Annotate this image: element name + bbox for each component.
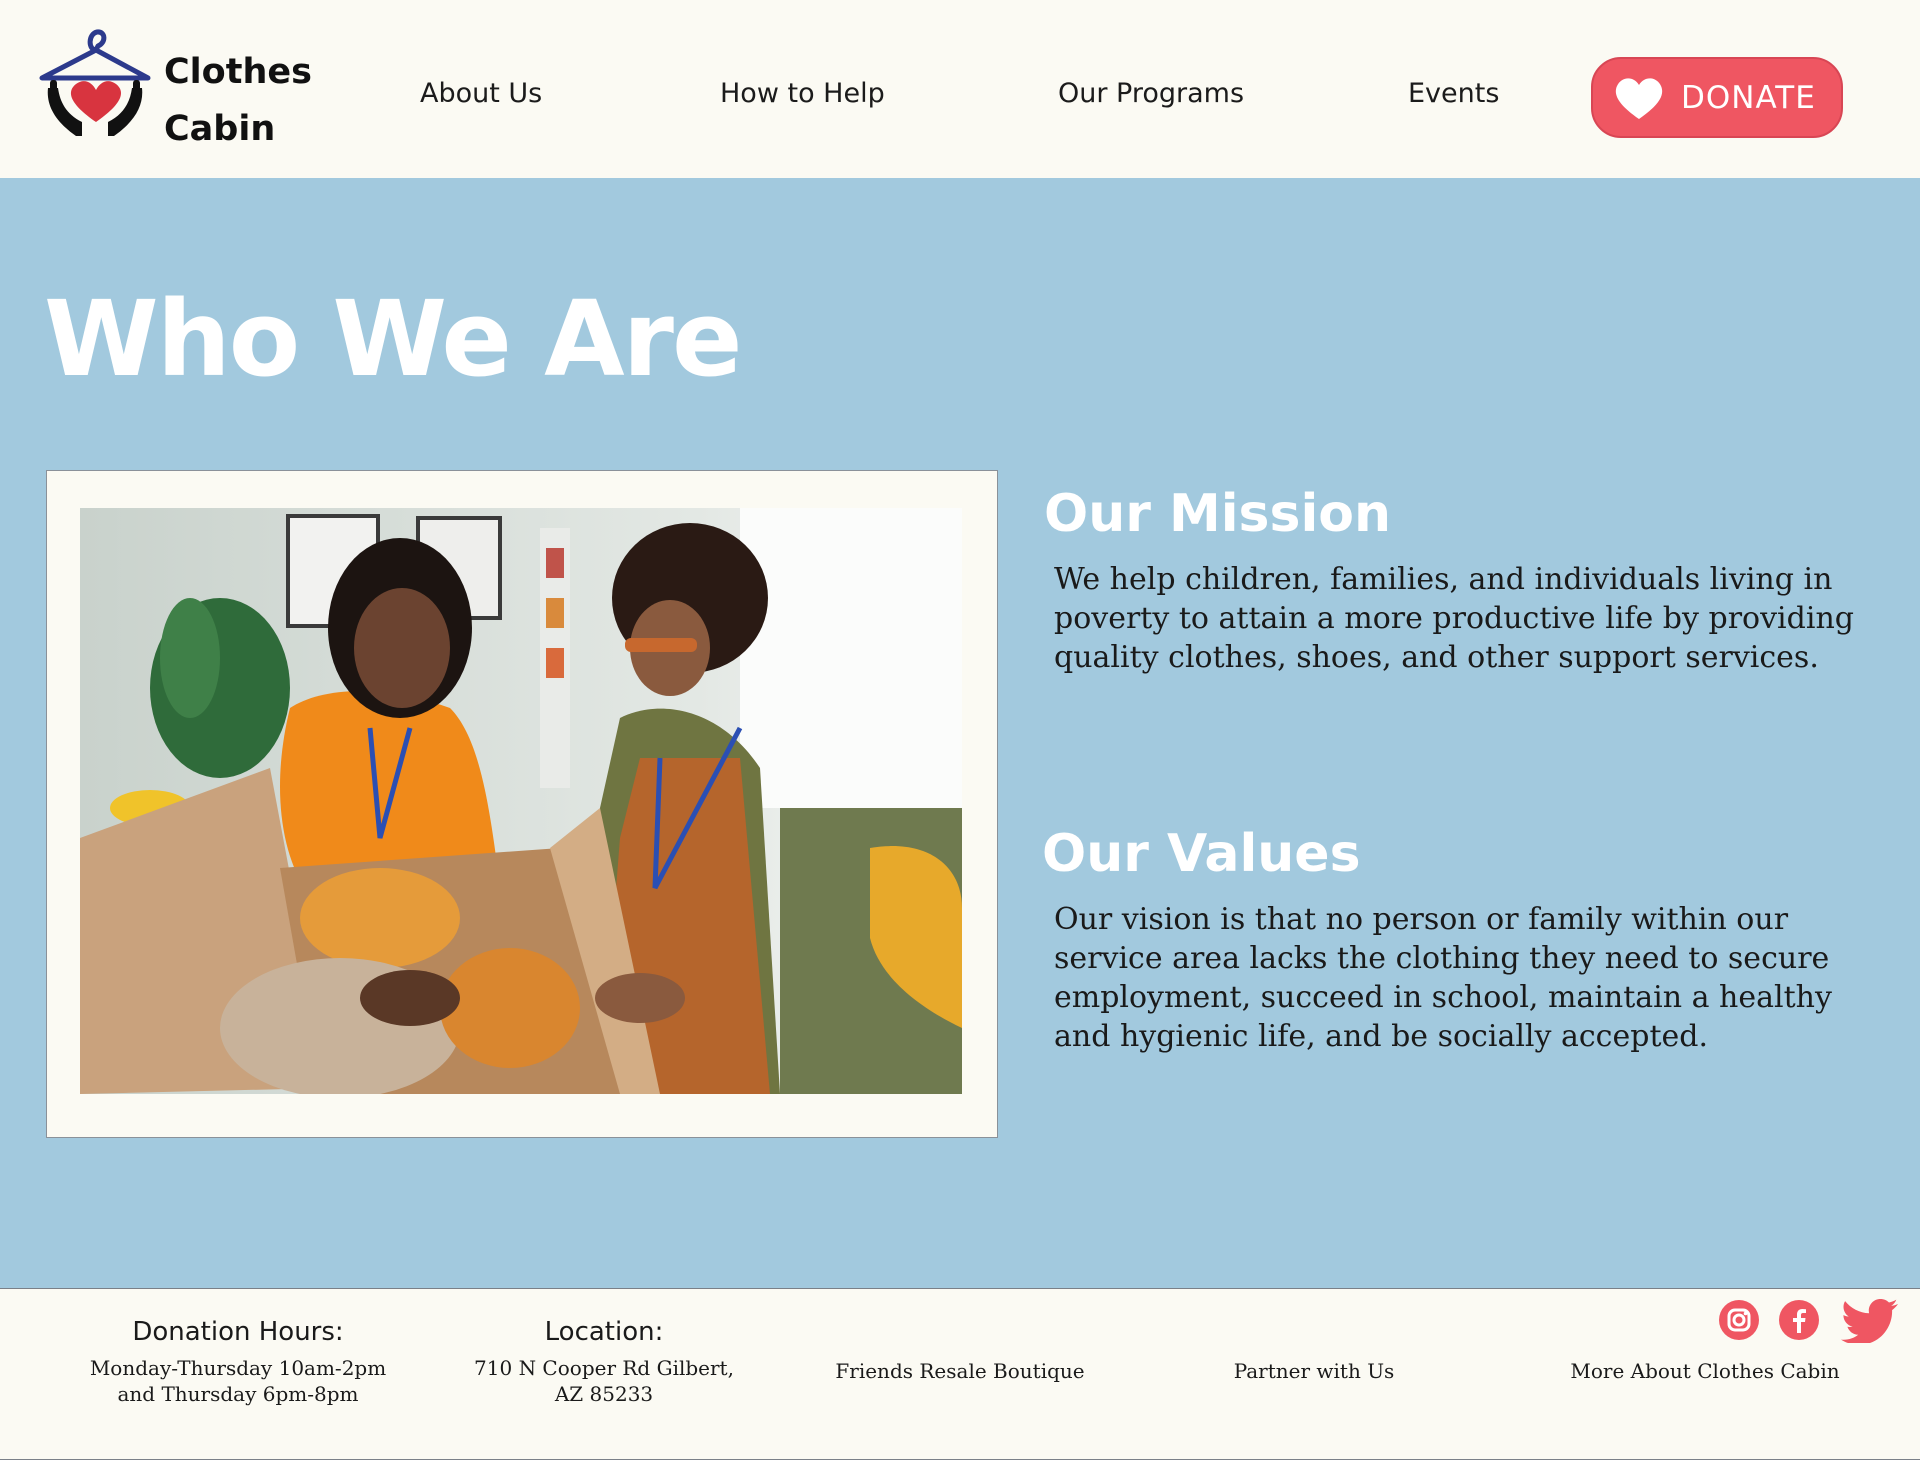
nav-events[interactable]: Events bbox=[1408, 78, 1499, 109]
footer-link-more-about-clothes-cabin[interactable]: More About Clothes Cabin bbox=[1570, 1359, 1839, 1383]
site-footer: Donation Hours: Monday-Thursday 10am-2pm… bbox=[0, 1288, 1920, 1460]
donation-hours-line-1: Monday-Thursday 10am-2pm bbox=[89, 1356, 387, 1380]
location-line-2: AZ 85233 bbox=[554, 1382, 654, 1406]
brand-line-2: Cabin bbox=[164, 109, 276, 149]
nav-about-us[interactable]: About Us bbox=[420, 78, 542, 109]
location-heading: Location: bbox=[544, 1317, 664, 1347]
donation-hours-line-2: and Thursday 6pm-8pm bbox=[117, 1382, 359, 1406]
volunteers-packing-box-image bbox=[80, 508, 962, 1094]
donation-hours-text: Monday-Thursday 10am-2pm and Thursday 6p… bbox=[90, 1355, 386, 1407]
instagram-icon[interactable] bbox=[1718, 1299, 1760, 1341]
donate-label: DONATE bbox=[1681, 79, 1816, 116]
page-title: Who We Are bbox=[44, 278, 742, 400]
values-heading: Our Values bbox=[1042, 824, 1361, 884]
location-text: 710 N Cooper Rd Gilbert, AZ 85233 bbox=[474, 1355, 734, 1407]
heart-icon bbox=[1615, 77, 1663, 119]
facebook-icon[interactable] bbox=[1778, 1299, 1820, 1341]
photo-frame bbox=[46, 470, 998, 1138]
footer-link-friends-resale-boutique[interactable]: Friends Resale Boutique bbox=[835, 1359, 1084, 1383]
location-line-1: 710 N Cooper Rd Gilbert, bbox=[474, 1356, 734, 1380]
volunteers-photo bbox=[80, 508, 962, 1094]
footer-link-partner-with-us[interactable]: Partner with Us bbox=[1234, 1359, 1395, 1383]
site-header: Clothes Cabin About Us How to Help Our P… bbox=[0, 0, 1920, 178]
mission-text: We help children, families, and individu… bbox=[1054, 562, 1854, 675]
nav-how-to-help[interactable]: How to Help bbox=[720, 78, 885, 109]
donate-button[interactable]: DONATE bbox=[1591, 57, 1843, 138]
values-text: Our vision is that no person or family w… bbox=[1054, 902, 1832, 1054]
twitter-icon[interactable] bbox=[1838, 1299, 1900, 1343]
brand-name[interactable]: Clothes Cabin bbox=[164, 44, 312, 158]
donation-hours-heading: Donation Hours: bbox=[132, 1317, 344, 1347]
clothes-cabin-logo[interactable] bbox=[36, 26, 154, 144]
brand-line-1: Clothes bbox=[164, 52, 312, 92]
mission-heading: Our Mission bbox=[1044, 484, 1392, 544]
nav-our-programs[interactable]: Our Programs bbox=[1058, 78, 1244, 109]
